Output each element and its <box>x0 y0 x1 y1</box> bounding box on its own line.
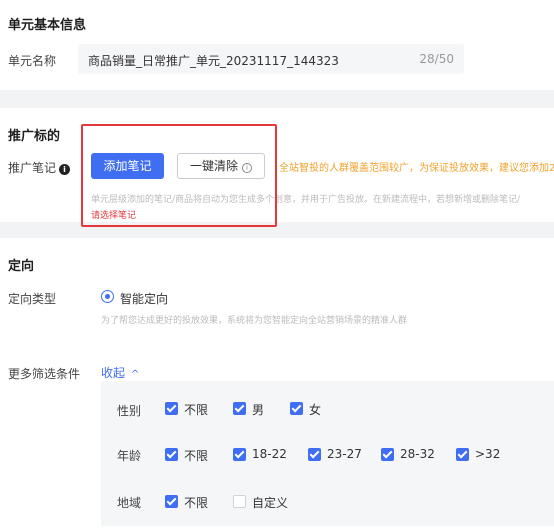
age-over-32-label: >32 <box>475 447 501 461</box>
smart-targeting-radio[interactable] <box>101 290 114 303</box>
gender-female-checkbox[interactable] <box>290 402 303 415</box>
promotion-notes-label: 推广笔记 i <box>8 159 71 176</box>
unit-name-char-count: 28/50 <box>419 52 454 66</box>
more-filters-label: 更多筛选条件 <box>8 367 81 381</box>
gender-label: 性别 <box>117 404 142 418</box>
gender-unlimited-checkbox[interactable] <box>165 402 178 415</box>
promotion-notes-label-text: 推广笔记 <box>8 161 57 175</box>
region-label: 地域 <box>117 496 142 510</box>
gender-unlimited-label: 不限 <box>184 403 209 417</box>
info-icon[interactable]: i <box>59 164 71 175</box>
gender-male-checkbox[interactable] <box>233 402 246 415</box>
collapse-link[interactable]: 收起 ^ <box>101 364 139 381</box>
collapse-link-text: 收起 <box>101 366 126 380</box>
age-unlimited-label: 不限 <box>184 449 209 463</box>
basic-info-title: 单元基本信息 <box>8 18 87 33</box>
targeting-type-label: 定向类型 <box>8 292 57 306</box>
unit-name-label: 单元名称 <box>8 54 57 68</box>
region-custom-checkbox[interactable] <box>233 495 246 508</box>
age-unlimited-checkbox[interactable] <box>165 448 178 461</box>
promotion-target-title: 推广标的 <box>8 129 61 144</box>
age-over-32-checkbox[interactable] <box>456 448 469 461</box>
basic-info-card: 单元基本信息 单元名称 商品销量_日常推广_单元_20231117_144323… <box>0 0 554 90</box>
unit-name-value: 商品销量_日常推广_单元_20231117_144323 <box>88 54 339 68</box>
smart-targeting-label[interactable]: 智能定向 <box>120 290 168 307</box>
age-23-27-label: 23-27 <box>327 447 362 461</box>
chevron-up-icon: ^ <box>130 369 140 380</box>
targeting-title: 定向 <box>8 259 35 274</box>
age-18-22-checkbox[interactable] <box>233 448 246 461</box>
region-custom-label: 自定义 <box>252 496 289 510</box>
region-unlimited-checkbox[interactable] <box>165 495 178 508</box>
age-label: 年龄 <box>117 449 142 463</box>
region-unlimited-label: 不限 <box>184 496 209 510</box>
gender-male-label: 男 <box>252 403 265 417</box>
age-18-22-label: 18-22 <box>252 447 287 461</box>
age-28-32-checkbox[interactable] <box>381 448 394 461</box>
age-28-32-label: 28-32 <box>400 447 435 461</box>
coverage-warning: 全站智投的人群覆盖范围较广，为保证投放效果，建议您添加2篇 <box>279 163 554 174</box>
smart-targeting-hint: 为了帮您达成更好的投放效果，系统将为您智能定向全站营销场景的精准人群 <box>101 316 408 326</box>
gender-female-label: 女 <box>309 403 322 417</box>
highlight-box <box>81 124 277 227</box>
age-23-27-checkbox[interactable] <box>308 448 321 461</box>
unit-name-input[interactable]: 商品销量_日常推广_单元_20231117_144323 28/50 <box>78 44 464 74</box>
